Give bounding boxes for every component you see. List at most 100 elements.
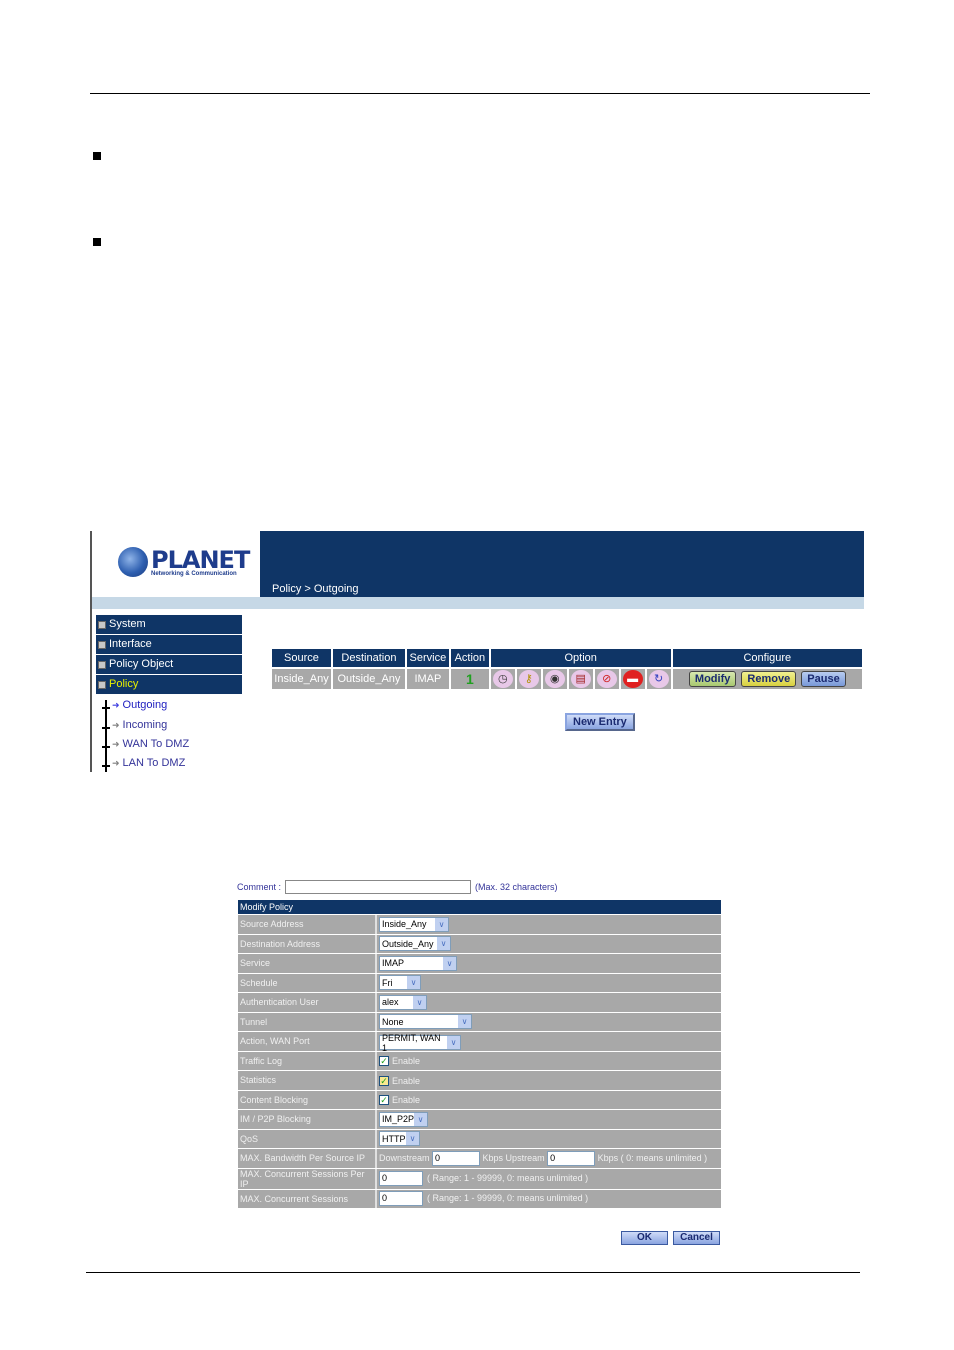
comment-row: Comment : (Max. 32 characters) — [237, 880, 558, 894]
form-row: Authentication User alex ∨ — [238, 993, 721, 1012]
modify-button[interactable]: Modify — [688, 671, 737, 687]
destination-address-label: Destination Address — [238, 934, 377, 953]
traffic-log-eye-icon[interactable]: ◉ — [544, 670, 565, 688]
form-row: Content Blocking ✓ Enable — [238, 1090, 721, 1109]
logo-area: PLANET Networking & Communication — [92, 531, 260, 597]
new-entry-button[interactable]: New Entry — [565, 713, 635, 731]
form-row: QoS HTTP ∨ — [238, 1129, 721, 1148]
traffic-log-label: Traffic Log — [238, 1051, 377, 1070]
content-blocking-icon[interactable]: ⊘ — [596, 670, 617, 688]
chevron-down-icon: ∨ — [458, 1015, 471, 1029]
destination-address-select[interactable]: Outside_Any ∨ — [379, 936, 451, 952]
form-row: MAX. Concurrent Sessions 0( Range: 1 - 9… — [238, 1189, 721, 1208]
sessions-per-ip-label: MAX. Concurrent Sessions Per IP — [238, 1168, 377, 1189]
remove-button[interactable]: Remove — [741, 671, 797, 687]
form-row: IM / P2P Blocking IM_P2P ∨ — [238, 1110, 721, 1129]
submenu-lan-to-dmz[interactable]: ➜ LAN To DMZ — [102, 755, 185, 771]
logo-tagline: Networking & Communication — [151, 570, 237, 577]
chevron-down-icon: ∨ — [407, 976, 420, 990]
service-label: Service — [238, 954, 377, 973]
schedule-select[interactable]: Fri ∨ — [379, 975, 421, 991]
authentication-key-icon[interactable]: ⚷ — [518, 670, 539, 688]
form-row: MAX. Concurrent Sessions Per IP 0( Range… — [238, 1168, 721, 1189]
auth-user-select[interactable]: alex ∨ — [379, 994, 427, 1010]
cancel-button[interactable]: Cancel — [673, 1231, 720, 1245]
tunnel-select[interactable]: None ∨ — [379, 1014, 472, 1030]
traffic-log-checkbox[interactable]: ✓ — [379, 1056, 389, 1067]
form-row: Action, WAN Port PERMIT, WAN 1 ∨ — [238, 1032, 721, 1053]
bandwidth-label: MAX. Bandwidth Per Source IP — [238, 1149, 377, 1168]
header-banner: Policy > Outgoing — [260, 531, 864, 597]
sessions-label: MAX. Concurrent Sessions — [238, 1189, 377, 1208]
col-source: Source — [272, 649, 331, 667]
statistics-label: Statistics — [238, 1071, 377, 1090]
sessions-per-ip-input[interactable]: 0 — [379, 1171, 423, 1186]
pause-button[interactable]: Pause — [801, 671, 846, 687]
action-wan-select[interactable]: PERMIT, WAN 1 ∨ — [379, 1033, 461, 1053]
form-row: Statistics ✓ Enable — [238, 1071, 721, 1090]
form-row: Schedule Fri ∨ — [238, 973, 721, 992]
arrow-right-icon: ➜ — [112, 738, 120, 749]
statistics-checkbox[interactable]: ✓ — [379, 1075, 389, 1086]
section-title: Modify Policy — [238, 900, 721, 914]
bullet-marker — [93, 152, 101, 160]
form-row: Traffic Log ✓ Enable — [238, 1051, 721, 1070]
sessions-input[interactable]: 0 — [379, 1191, 423, 1207]
menu-interface[interactable]: Interface — [96, 635, 242, 654]
page-header-rule — [90, 93, 870, 94]
arrow-right-icon: ➜ — [112, 699, 120, 710]
col-action: Action — [450, 649, 489, 667]
col-service: Service — [406, 649, 449, 667]
chevron-down-icon: ∨ — [435, 917, 448, 931]
qos-icon[interactable]: ↻ — [648, 670, 669, 688]
col-destination: Destination — [332, 649, 405, 667]
col-configure: Configure — [672, 649, 862, 667]
logo-brand: PLANET — [151, 545, 250, 574]
qos-label: QoS — [238, 1129, 377, 1148]
col-option: Option — [490, 649, 671, 667]
statistics-chart-icon[interactable]: ▤ — [570, 670, 591, 688]
comment-hint: (Max. 32 characters) — [475, 882, 558, 892]
menu-system[interactable]: System — [96, 615, 242, 634]
cell-destination: Outside_Any — [332, 669, 405, 689]
schedule-label: Schedule — [238, 973, 377, 992]
downstream-input[interactable]: 0 — [432, 1150, 481, 1166]
source-address-select[interactable]: Inside_Any ∨ — [379, 916, 449, 932]
cell-action: 1 — [450, 669, 489, 689]
globe-icon — [118, 547, 150, 577]
form-row: MAX. Bandwidth Per Source IP Downstream … — [238, 1149, 721, 1168]
chevron-down-icon: ∨ — [414, 1112, 427, 1126]
policy-table: Source Destination Service Action Option… — [270, 647, 864, 691]
qos-select[interactable]: HTTP ∨ — [379, 1131, 420, 1147]
submenu-incoming[interactable]: ➜ Incoming — [102, 717, 167, 733]
cell-service: IMAP — [406, 669, 449, 689]
chevron-down-icon: ∨ — [406, 1132, 419, 1146]
im-p2p-label: IM / P2P Blocking — [238, 1110, 377, 1129]
comment-input[interactable] — [285, 880, 472, 894]
form-row: Destination Address Outside_Any ∨ — [238, 934, 721, 953]
modify-policy-screenshot: Comment : (Max. 32 characters) Modify Po… — [233, 873, 721, 1248]
ok-button[interactable]: OK — [621, 1231, 668, 1245]
submenu-outgoing[interactable]: ➜ Outgoing — [102, 697, 167, 713]
service-select[interactable]: IMAP ∨ — [379, 955, 457, 971]
planet-logo: PLANET Networking & Communication — [118, 545, 250, 577]
tunnel-label: Tunnel — [238, 1012, 377, 1031]
breadcrumb: Policy > Outgoing — [272, 583, 359, 595]
submenu-wan-to-dmz[interactable]: ➜ WAN To DMZ — [102, 736, 189, 752]
chevron-down-icon: ∨ — [443, 956, 456, 970]
im-p2p-blocking-icon[interactable]: ▬ — [622, 670, 643, 688]
content-blocking-checkbox[interactable]: ✓ — [379, 1095, 389, 1106]
im-p2p-select[interactable]: IM_P2P ∨ — [379, 1111, 428, 1127]
menu-policy[interactable]: Policy — [96, 675, 242, 694]
menu-policy-object[interactable]: Policy Object — [96, 655, 242, 674]
form-row: Service IMAP ∨ — [238, 954, 721, 973]
permit-arrow-icon: 1 — [465, 671, 474, 687]
cell-configure: Modify Remove Pause — [672, 669, 862, 689]
cell-source: Inside_Any — [272, 669, 331, 689]
upstream-input[interactable]: 0 — [547, 1150, 596, 1166]
form-row: Tunnel None ∨ — [238, 1012, 721, 1031]
plus-box-icon — [98, 640, 106, 649]
arrow-right-icon: ➜ — [112, 757, 120, 768]
schedule-clock-icon[interactable]: ◷ — [492, 670, 513, 688]
chevron-down-icon: ∨ — [437, 937, 450, 951]
